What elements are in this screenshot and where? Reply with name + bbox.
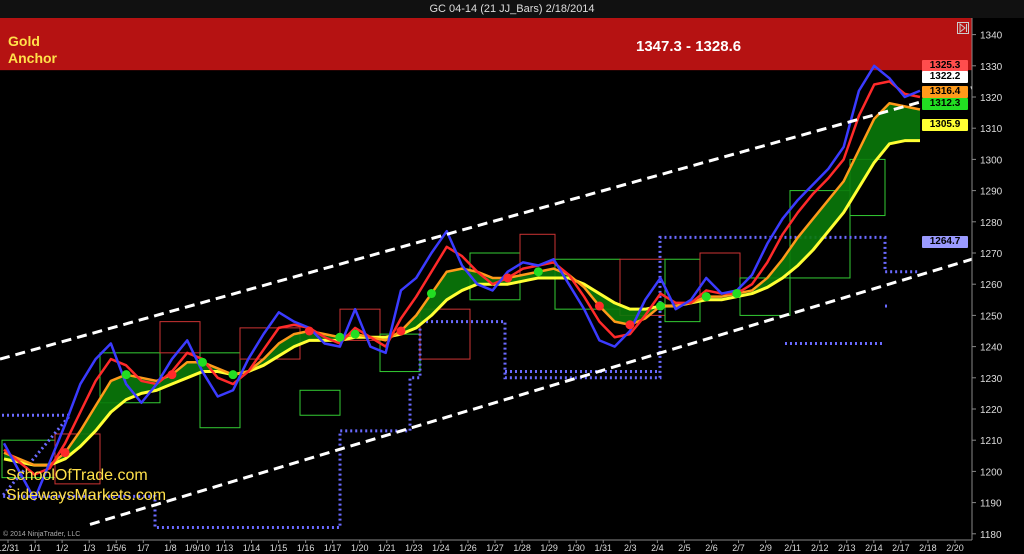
resistance-zone (0, 18, 972, 71)
instrument-label: Gold Anchor (8, 33, 57, 67)
copyright-text: © 2014 NinjaTrader, LLC (3, 531, 81, 538)
x-tick-label: 2/7 (732, 543, 745, 553)
price-tag: 1305.9 (922, 119, 968, 131)
x-tick-label: 1/13 (216, 543, 234, 553)
x-tick-label: 1/15 (270, 543, 288, 553)
y-tick-label: 1230 (980, 374, 1003, 385)
signal-dot (533, 267, 543, 277)
x-tick-label: 2/6 (705, 543, 718, 553)
watermark-sideways: SidewaysMarkets.com (6, 487, 167, 504)
y-tick-label: 1320 (980, 93, 1003, 104)
x-tick-label: 1/14 (243, 543, 261, 553)
x-tick-label: 1/29 (540, 543, 558, 553)
x-tick-label: 2/18 (919, 543, 937, 553)
scroll-end-icon[interactable] (957, 22, 969, 34)
x-tick-label: 2/13 (838, 543, 856, 553)
x-tick-label: 1/28 (513, 543, 531, 553)
signal-dot (396, 326, 406, 336)
signal-dot (304, 326, 314, 336)
x-tick-label: 2/20 (946, 543, 964, 553)
x-tick-label: 2/11 (784, 543, 801, 553)
x-tick-label: 2/12 (811, 543, 829, 553)
x-tick-label: 1/31 (594, 543, 612, 553)
instrument-label-line1: Gold (8, 33, 40, 49)
x-tick-label: 2/14 (865, 543, 883, 553)
y-tick-label: 1190 (980, 499, 1002, 510)
y-tick-label: 1340 (980, 31, 1003, 42)
signal-dot (701, 292, 711, 302)
x-tick-label: 1/5/6 (106, 543, 126, 553)
y-tick-label: 1200 (980, 467, 1003, 478)
price-chart[interactable]: 1180 1190 1200 1210 1220 1230 1240 1250 1260 1270… (0, 0, 1024, 554)
x-tick-label: 1/23 (405, 543, 423, 553)
x-tick-label: 1/27 (486, 543, 504, 553)
y-tick-label: 1250 (980, 311, 1003, 322)
x-tick-label: 2/5 (678, 543, 691, 553)
instrument-label-line2: Anchor (8, 50, 57, 66)
signal-dots-layer (60, 267, 742, 458)
x-tick-label: 1/26 (459, 543, 477, 553)
y-tick-label: 1260 (980, 280, 1003, 291)
x-tick-label: 1/20 (351, 543, 369, 553)
x-tick-label: 1/3 (83, 543, 96, 553)
signal-dot (594, 301, 604, 311)
signal-dot (503, 273, 513, 283)
x-tick-label: 1/21 (378, 543, 396, 553)
x-tick-label: 12/31 (0, 543, 19, 553)
channel-lower-line (89, 257, 973, 526)
signal-dot (350, 329, 360, 339)
x-tick-label: 1/16 (297, 543, 315, 553)
watermark-school: SchoolOfTrade.com (6, 467, 148, 484)
x-tick-label: 1/17 (324, 543, 342, 553)
y-tick-label: 1330 (980, 62, 1003, 73)
x-tick-label: 1/30 (567, 543, 585, 553)
x-tick-label: 2/3 (624, 543, 637, 553)
signal-dot (335, 332, 345, 342)
signal-dot (197, 357, 207, 367)
x-tick-label: 1/7 (137, 543, 150, 553)
x-tick-label: 1/9/10 (185, 543, 210, 553)
signal-dot (228, 370, 238, 380)
y-axis: 1180 1190 1200 1210 1220 1230 1240 1250 1260 1270… (971, 18, 1003, 541)
signal-dot (167, 370, 177, 380)
price-tag: 1312.3 (922, 98, 968, 110)
ema-cloud (4, 103, 920, 466)
price-tag: 1264.7 (922, 236, 968, 248)
signal-dot (655, 301, 665, 311)
slow-ema-line (3, 139, 920, 467)
y-tick-label: 1310 (980, 124, 1003, 135)
x-tick-label: 2/9 (759, 543, 772, 553)
x-tick-label: 2/4 (651, 543, 664, 553)
resistance-range-text: 1347.3 - 1328.6 (636, 38, 742, 55)
x-tick-label: 1/2 (56, 543, 69, 553)
y-tick-label: 1220 (980, 405, 1003, 416)
y-tick-label: 1280 (980, 218, 1003, 229)
signal-dot (121, 370, 131, 380)
range-boxes-layer (1, 158, 886, 485)
x-tick-label: 1/8 (164, 543, 177, 553)
x-tick-label: 2/17 (892, 543, 910, 553)
price-tag: 1322.2 (922, 71, 968, 83)
y-tick-label: 1270 (980, 249, 1003, 260)
y-tick-label: 1180 (980, 530, 1002, 541)
x-axis: 12/31 1/1 1/2 1/3 1/5/6 1/7 1/8 1/9/10 1/13 1/14 1… (0, 539, 972, 553)
y-tick-label: 1300 (980, 155, 1003, 166)
signal-dot (60, 448, 70, 458)
signal-dot (732, 289, 742, 299)
y-tick-label: 1210 (980, 436, 1003, 447)
price-tag: 1316.4 (922, 86, 968, 98)
range-box (664, 258, 701, 323)
signal-dot (625, 320, 635, 330)
x-tick-label: 1/1 (29, 543, 42, 553)
signal-dot (426, 289, 436, 299)
range-box (299, 389, 341, 416)
x-tick-label: 1/24 (432, 543, 450, 553)
y-tick-label: 1290 (980, 187, 1003, 198)
y-tick-label: 1240 (980, 343, 1003, 354)
